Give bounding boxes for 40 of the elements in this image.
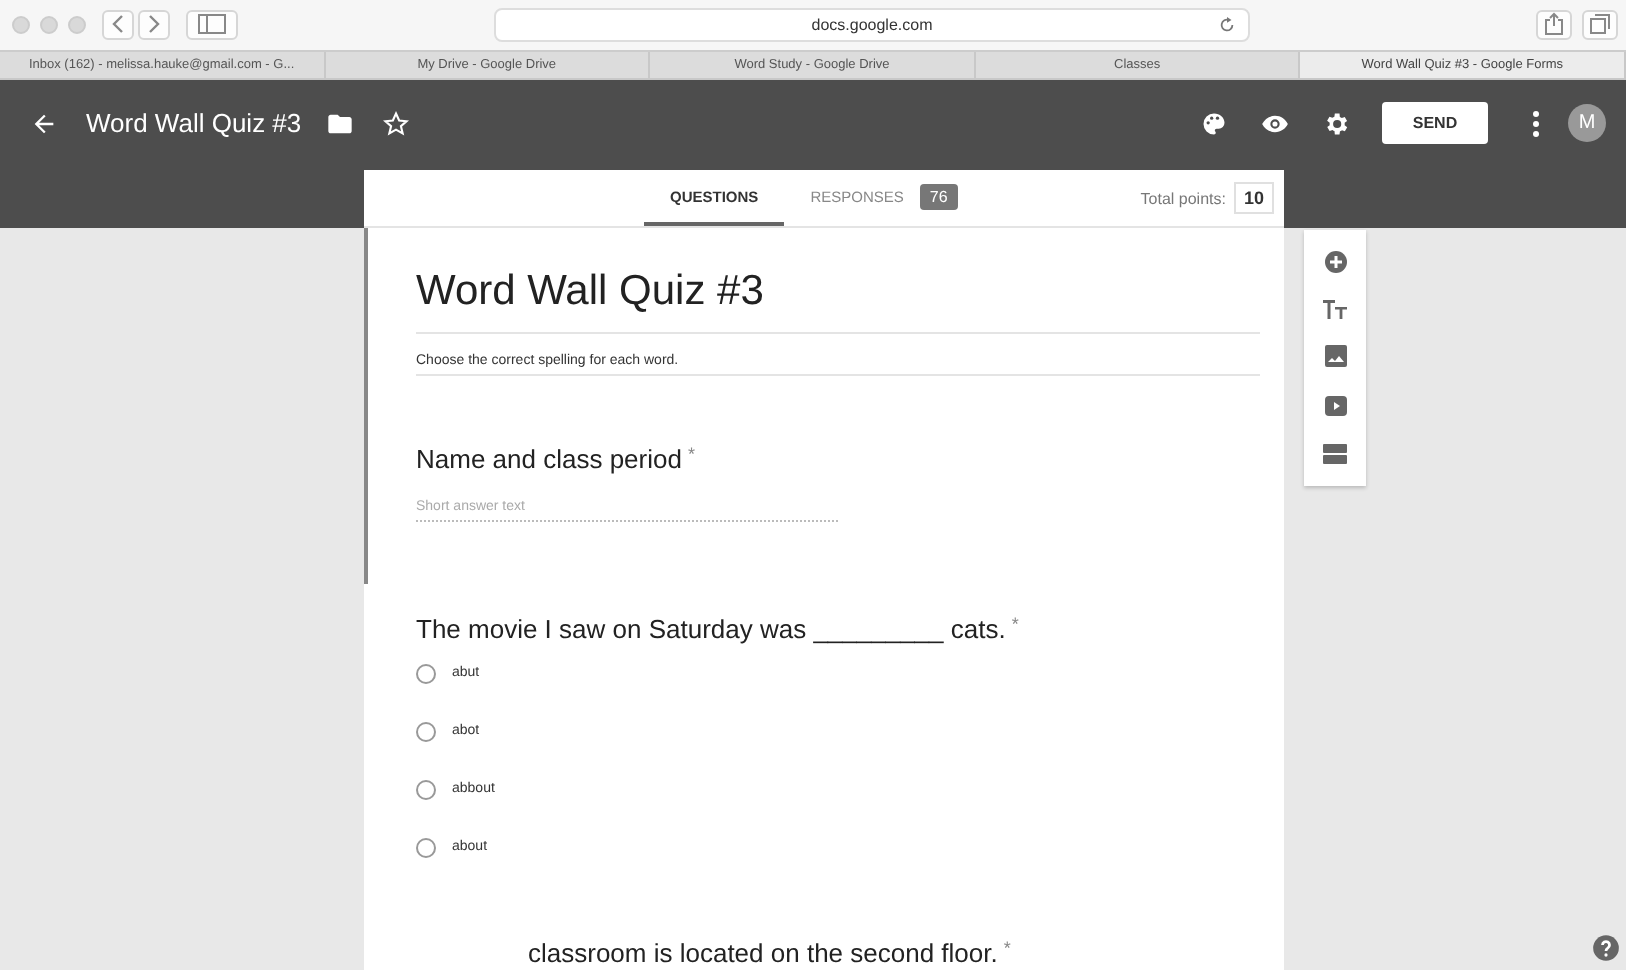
more-icon[interactable] [1532,109,1540,138]
question-title: classroom is located on the second floor. [528,938,998,968]
text-size-icon[interactable] [1322,298,1348,321]
required-mark: * [1011,614,1019,634]
folder-icon[interactable] [325,109,354,138]
section-icon[interactable] [1322,441,1348,466]
share-button[interactable] [1536,9,1572,40]
reload-icon[interactable] [1218,15,1236,34]
count-badge: 76 [919,183,958,209]
radio-button[interactable] [416,663,436,683]
send-button[interactable]: SEND [1382,102,1488,145]
forward-button[interactable] [138,9,170,40]
sidebar-icon [198,14,226,35]
chevron-right-icon [146,14,162,35]
points-label: Total points: [1140,189,1226,207]
form-title: Word Wall Quiz #3 [86,108,302,139]
radio-button[interactable] [416,837,436,857]
question-title: The movie I saw on Saturday was _________ cats. [416,614,1006,644]
radio-button[interactable] [416,779,436,799]
question-title: Name and class period [416,444,682,474]
back-button[interactable] [102,9,134,40]
radio-button[interactable] [416,721,436,741]
back-arrow-icon[interactable] [30,109,58,138]
required-mark: * [1003,938,1011,958]
form-heading[interactable]: Word Wall Quiz #3 [416,268,1260,334]
settings-icon[interactable] [1322,109,1350,138]
tabs-icon [1590,14,1610,35]
required-mark: * [687,444,695,464]
sidebar-button[interactable] [186,9,238,40]
star-icon[interactable] [381,109,410,138]
address-bar[interactable]: docs.google.com [494,7,1250,42]
help-icon[interactable] [1592,934,1620,962]
video-icon[interactable] [1323,393,1347,418]
share-icon [1544,12,1564,37]
image-icon[interactable] [1323,344,1347,369]
chevron-left-icon [110,14,126,35]
palette-icon[interactable] [1200,109,1228,138]
tabs-button[interactable] [1582,9,1618,40]
add-icon[interactable] [1323,250,1347,275]
points-field[interactable]: 10 [1233,182,1274,214]
